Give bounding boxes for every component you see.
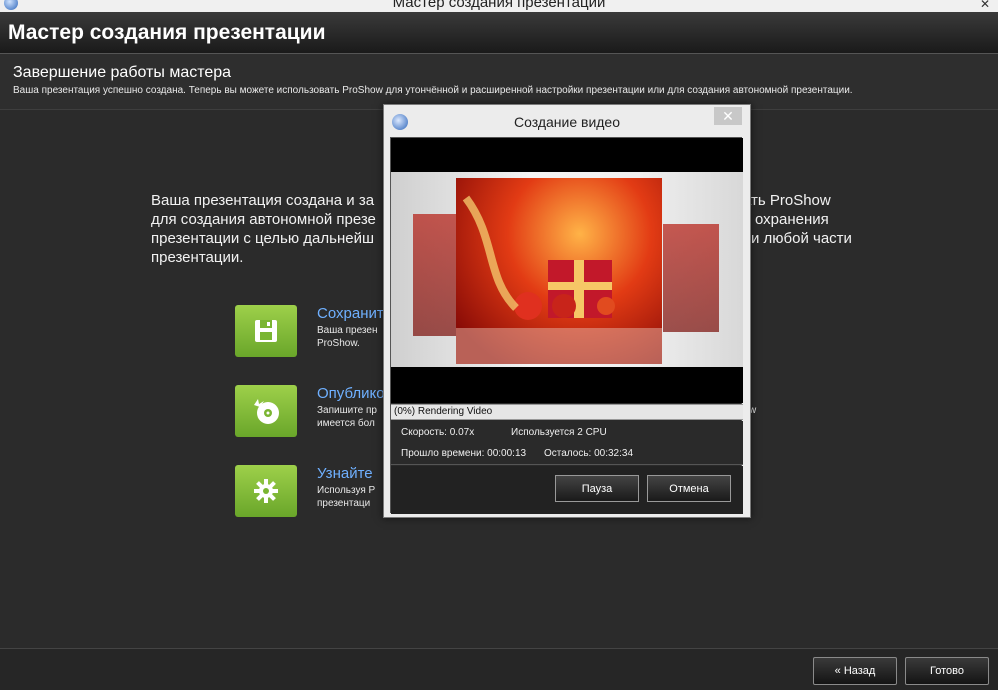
option-publish-title[interactable]: Опублико bbox=[317, 385, 385, 402]
disc-burn-icon[interactable] bbox=[235, 385, 297, 437]
preview-slide-right bbox=[663, 224, 719, 332]
preview-slide-main bbox=[456, 178, 662, 364]
wizard-title: Мастер создания презентации bbox=[8, 21, 326, 44]
remaining-time: Осталось: 00:32:34 bbox=[544, 448, 634, 459]
render-speed: Скорость: 0.07x bbox=[401, 427, 475, 438]
option-save-title[interactable]: Сохранит bbox=[317, 305, 384, 322]
intro-line-1: Ваша презентация создана и за bbox=[151, 192, 375, 209]
create-video-dialog: Создание видео ✕ (0%) Rendering Video Ск… bbox=[383, 104, 751, 518]
wizard-header: Мастер создания презентации bbox=[0, 12, 998, 54]
step-title: Завершение работы мастера bbox=[13, 64, 232, 81]
pause-button[interactable]: Пауза bbox=[555, 475, 639, 502]
window-close-button[interactable]: ✕ bbox=[972, 0, 998, 12]
option-publish-desc-line-2: имеется бол bbox=[317, 418, 375, 429]
intro-line-1-right: ать ProShow bbox=[743, 192, 831, 209]
wizard-footer: « Назад Готово bbox=[0, 648, 998, 690]
option-learn-title[interactable]: Узнайте bbox=[317, 465, 373, 482]
elapsed-time: Прошло времени: 00:00:13 bbox=[401, 448, 527, 459]
intro-line-3: презентации с целью дальнейш bbox=[151, 230, 374, 247]
cancel-button[interactable]: Отмена bbox=[647, 475, 731, 502]
os-titlebar: Мастер создания презентации ✕ bbox=[0, 0, 998, 12]
gear-icon[interactable] bbox=[235, 465, 297, 517]
dialog-footer: Пауза Отмена bbox=[391, 466, 743, 514]
render-status: (0%) Rendering Video bbox=[391, 404, 743, 420]
render-stats: Скорость: 0.07x Используется 2 CPU Прошл… bbox=[391, 421, 743, 465]
cpu-usage: Используется 2 CPU bbox=[511, 427, 607, 438]
option-publish-desc-line-1: Запишите пр bbox=[317, 405, 377, 416]
back-button[interactable]: « Назад bbox=[813, 657, 897, 685]
dialog-body: (0%) Rendering Video Скорость: 0.07x Исп… bbox=[390, 137, 743, 514]
dialog-close-button[interactable]: ✕ bbox=[714, 107, 742, 125]
video-preview bbox=[391, 138, 743, 403]
step-header: Завершение работы мастера Ваша презентац… bbox=[0, 54, 998, 110]
floppy-disk-icon[interactable] bbox=[235, 305, 297, 357]
intro-line-4: презентации. bbox=[151, 249, 244, 266]
done-button[interactable]: Готово bbox=[905, 657, 989, 685]
intro-line-3-right: и любой части bbox=[751, 230, 852, 247]
intro-line-2-right: охранения bbox=[755, 211, 829, 228]
intro-line-2: для создания автономной презе bbox=[151, 211, 376, 228]
os-window-title: Мастер создания презентации bbox=[392, 0, 606, 11]
preview-frame bbox=[391, 172, 743, 367]
step-description: Ваша презентация успешно создана. Теперь… bbox=[13, 85, 853, 96]
dialog-titlebar: Создание видео ✕ bbox=[384, 105, 750, 137]
dialog-title: Создание видео bbox=[513, 114, 621, 130]
